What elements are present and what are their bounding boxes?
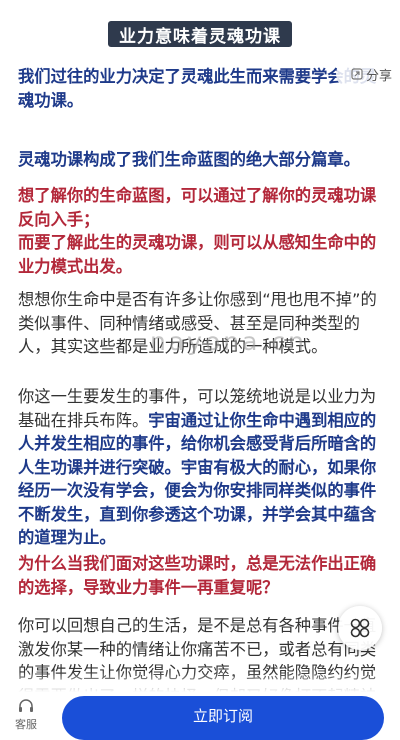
- paragraph-why-question: 为什么当我们面对这些功课时，总是无法作出正确的选择，导致业力事件一再重复呢？: [18, 554, 377, 597]
- subscribe-button[interactable]: 立即订阅: [62, 696, 384, 740]
- customer-service-label: 客服: [15, 718, 37, 731]
- grid-icon: [350, 618, 370, 638]
- article-title: 业力意味着灵魂功课: [108, 21, 292, 47]
- share-icon: [351, 68, 363, 80]
- paragraph-universe-arrangement: 你这一生要发生的事件，可以笼统地说是以业力为基础在排兵布阵。宇宙通过让你生命中遇…: [18, 385, 384, 550]
- watermark: nayona.cn: [150, 327, 307, 356]
- share-button[interactable]: 分享: [336, 60, 400, 88]
- customer-service-button[interactable]: 客服: [6, 698, 46, 732]
- arrangement-bold-text: 宇宙通过让你生命中遇到相应的人并发生相应的事件，给你机会感受背后所暗含的人生功课…: [18, 410, 377, 548]
- share-label: 分享: [365, 68, 392, 84]
- headset-icon: [19, 699, 33, 712]
- floating-menu-button[interactable]: [338, 606, 382, 650]
- bottom-fade: [0, 672, 400, 692]
- paragraph-life-blueprint: 灵魂功课构成了我们生命蓝图的绝大部分篇章。: [18, 150, 360, 169]
- paragraph-karma-lessons: 我们过往的业力决定了灵魂此生而来需要学会的灵魂功课。: [18, 67, 377, 110]
- paragraph-karma-pattern: 而要了解此生的灵魂功课，则可以从感知生命中的业力模式出发。: [18, 233, 377, 276]
- paragraph-understand-blueprint: 想了解你的生命蓝图，可以通过了解你的灵魂功课反向入手；: [18, 186, 377, 229]
